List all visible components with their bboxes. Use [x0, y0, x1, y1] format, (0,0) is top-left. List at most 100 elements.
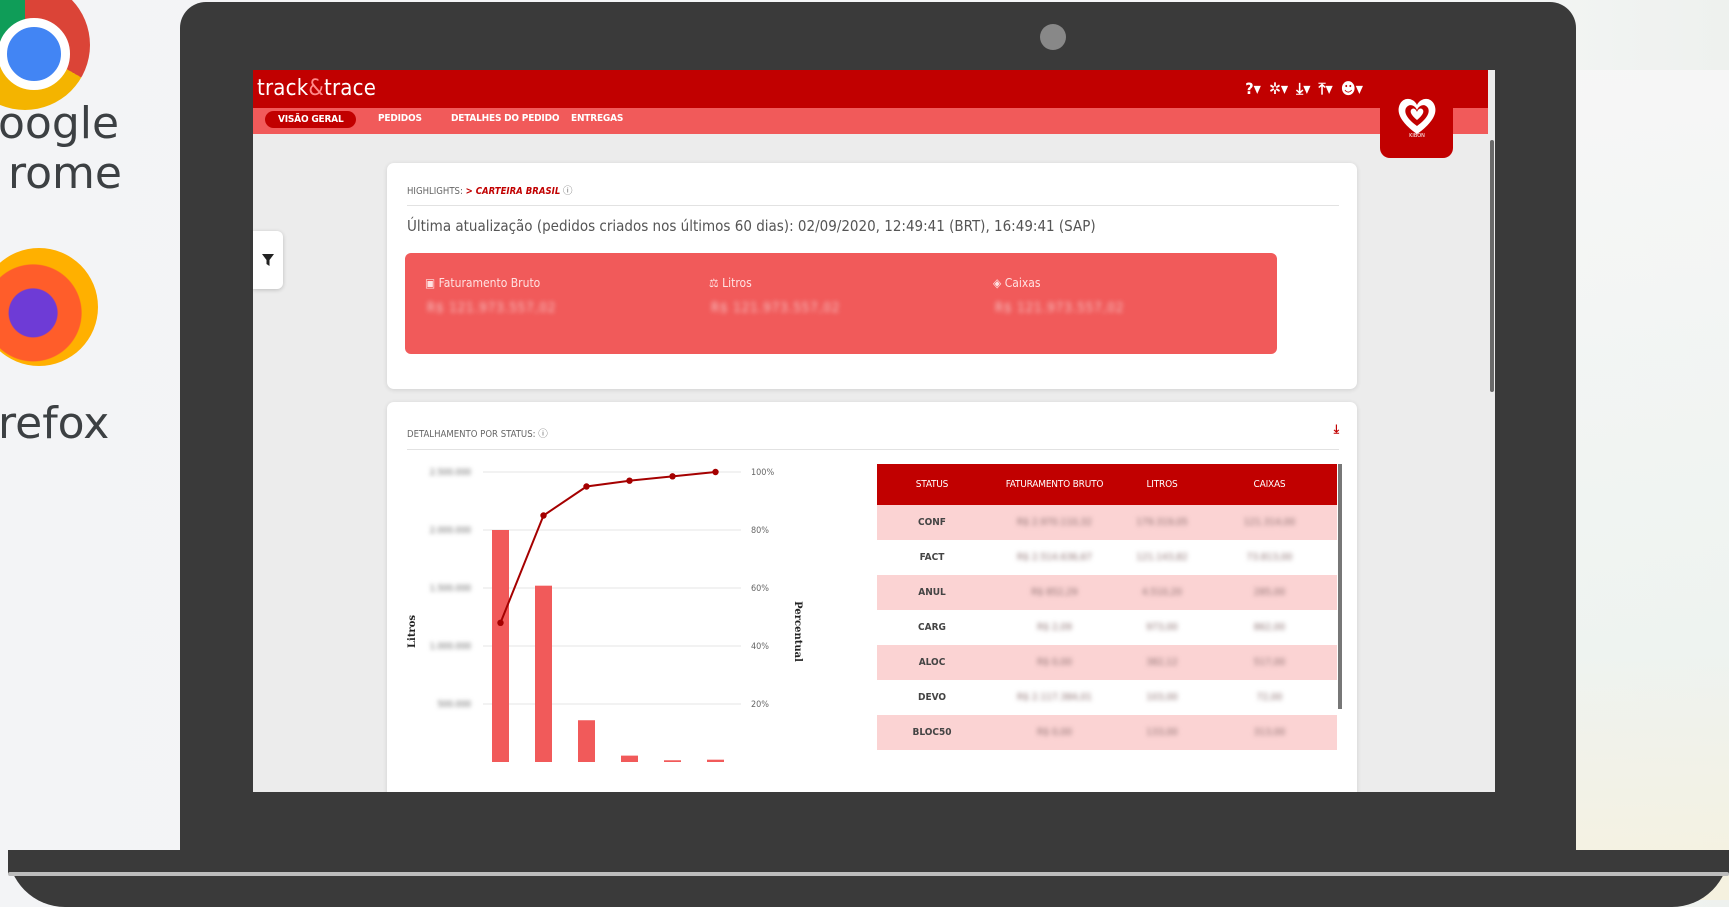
- col-header-litros[interactable]: LITROS: [1122, 464, 1202, 505]
- table-row[interactable]: DEVO R$ 2.117.384,01 103,00 72,00: [877, 680, 1337, 715]
- highlights-card: HIGHLIGHTS: > CARTEIRA BRASIL ⓘ Última a…: [387, 163, 1357, 389]
- kpi-litros: ⚖ Litros R$ 121.973.557,02: [689, 253, 993, 354]
- cell-value-text: 121.314,00: [1243, 517, 1296, 528]
- laptop-base: [8, 850, 1729, 907]
- cumulative-point: [669, 473, 676, 480]
- cell-value-text: 73.813,00: [1246, 552, 1293, 563]
- cell-value: 973,00: [1122, 610, 1202, 645]
- table-row[interactable]: CARG R$ 2,09 973,00 862,00: [877, 610, 1337, 645]
- cell-value: 517,00: [1202, 645, 1337, 680]
- cell-status-text: CARG: [918, 622, 946, 633]
- money-icon: ▣: [425, 276, 436, 290]
- status-title-text: DETALHAMENTO POR STATUS:: [407, 429, 536, 440]
- cell-value: R$ 2,09: [987, 610, 1122, 645]
- table-row[interactable]: ALOC R$ 0,00 382,12 517,00: [877, 645, 1337, 680]
- pareto-chart: 100% 2.500.000 80% 2.000.000 60% 1.500.000 40%…: [407, 468, 803, 762]
- info-icon[interactable]: ⓘ: [538, 429, 548, 440]
- cell-value-text: 103,00: [1146, 692, 1178, 703]
- chart-bar: [578, 720, 595, 762]
- cell-status-text: ANUL: [918, 587, 946, 598]
- y2-tick-label: 20%: [751, 700, 769, 710]
- y-tick-label: 1.000.000: [430, 642, 471, 652]
- cell-status-text: CONF: [918, 517, 946, 528]
- highlights-title: HIGHLIGHTS: > CARTEIRA BRASIL ⓘ: [407, 183, 573, 197]
- filter-button[interactable]: [253, 231, 283, 289]
- cumulative-point: [540, 512, 547, 519]
- tab-entregas[interactable]: ENTREGAS: [571, 113, 623, 124]
- cell-status-text: ALOC: [918, 657, 946, 668]
- brand-logo[interactable]: track&trace: [257, 76, 376, 101]
- table-row[interactable]: ANUL R$ 852,29 4.510,20 285,00: [877, 575, 1337, 610]
- status-table: STATUS FATURAMENTO BRUTO LITROS CAIXAS C…: [877, 464, 1337, 750]
- page-scrollbar[interactable]: [1488, 70, 1495, 792]
- chart-bar: [664, 760, 681, 762]
- cell-value: 103,00: [1122, 680, 1202, 715]
- export-download-icon[interactable]: ⤓: [1334, 422, 1339, 437]
- col-header-faturamento[interactable]: FATURAMENTO BRUTO: [987, 464, 1122, 505]
- cell-value: 121.143,82: [1122, 540, 1202, 575]
- tab-pedidos[interactable]: PEDIDOS: [378, 113, 422, 124]
- cell-status: ALOC: [877, 645, 987, 680]
- info-icon[interactable]: ⓘ: [563, 186, 573, 197]
- table-header-row: STATUS FATURAMENTO BRUTO LITROS CAIXAS: [877, 464, 1337, 505]
- cell-value-text: 133,00: [1146, 727, 1178, 738]
- table-scrollbar[interactable]: [1338, 464, 1342, 709]
- y2-tick-label: 100%: [751, 468, 774, 478]
- cell-status: CONF: [877, 505, 987, 540]
- page-scrollbar-thumb[interactable]: [1490, 140, 1494, 392]
- cell-status: DEVO: [877, 680, 987, 715]
- chart-bar: [535, 585, 552, 762]
- cell-value: 179.319,05: [1122, 505, 1202, 540]
- kpi-label-text: Caixas: [1004, 276, 1041, 290]
- cell-value-text: 973,00: [1146, 622, 1178, 633]
- highlights-title-accent[interactable]: > CARTEIRA BRASIL: [466, 186, 561, 197]
- app-screen: track&trace ?▾ ✲▾ ⤓▾ ⤒▾ ☻▾ VISÃO GERAL P…: [253, 70, 1495, 792]
- cell-status-text: DEVO: [917, 692, 947, 703]
- kpi-label: ▣ Faturamento Bruto: [425, 276, 540, 290]
- user-icon[interactable]: ☻▾: [1341, 79, 1363, 99]
- cell-value-text: R$ 2,09: [1037, 622, 1072, 633]
- brand-suffix: trace: [324, 76, 377, 101]
- cell-value: 121.314,00: [1202, 505, 1337, 540]
- kpi-faturamento-bruto: ▣ Faturamento Bruto R$ 121.973.557,02: [405, 253, 709, 354]
- help-icon[interactable]: ?▾: [1245, 79, 1261, 99]
- last-update-text: Última atualização (pedidos criados nos …: [407, 217, 1096, 235]
- table-row[interactable]: CONF R$ 2.970.110,32 179.319,05 121.314,00: [877, 505, 1337, 540]
- cell-value-text: 285,00: [1253, 587, 1286, 598]
- table-row[interactable]: BLOC50 R$ 0,00 133,00 313,00: [877, 715, 1337, 750]
- y2-tick-label: 60%: [751, 584, 769, 594]
- tab-visao-geral[interactable]: VISÃO GERAL: [265, 111, 357, 128]
- download-icon[interactable]: ⤓▾: [1296, 79, 1310, 99]
- cell-value: 313,00: [1202, 715, 1337, 750]
- cell-value: 133,00: [1122, 715, 1202, 750]
- chart-bar: [621, 755, 638, 762]
- cell-value-text: R$ 2.970.110,32: [1017, 517, 1092, 528]
- cell-value-text: 4.510,20: [1141, 587, 1183, 598]
- cell-value: 285,00: [1202, 575, 1337, 610]
- y2-tick-label: 40%: [751, 642, 769, 652]
- kpi-caixas: ◈ Caixas R$ 121.973.557,02: [973, 253, 1277, 354]
- kibon-logo[interactable]: KIBON: [1380, 72, 1453, 158]
- col-header-status[interactable]: STATUS: [877, 464, 987, 505]
- y2-axis-title: Percentual: [792, 601, 803, 662]
- tab-detalhes-do-pedido[interactable]: DETALHES DO PEDIDO: [451, 113, 559, 124]
- brand-prefix: track: [257, 76, 309, 101]
- cell-value: 382,12: [1122, 645, 1202, 680]
- background-window: [1575, 70, 1729, 900]
- status-title: DETALHAMENTO POR STATUS: ⓘ: [407, 426, 548, 440]
- cell-value: 72,00: [1202, 680, 1337, 715]
- camera-icon: [1040, 24, 1066, 50]
- cumulative-point: [583, 483, 590, 490]
- cumulative-point: [626, 477, 633, 484]
- cell-status-text: FACT: [919, 552, 945, 563]
- kpi-label: ⚖ Litros: [709, 276, 752, 290]
- cell-value: 73.813,00: [1202, 540, 1337, 575]
- svg-text:KIBON: KIBON: [1409, 133, 1425, 139]
- table-row[interactable]: FACT R$ 2.514.636,67 121.143,82 73.813,00: [877, 540, 1337, 575]
- kpi-label: ◈ Caixas: [993, 276, 1041, 290]
- col-header-caixas[interactable]: CAIXAS: [1202, 464, 1337, 505]
- divider: [407, 449, 1339, 450]
- kpi-label-text: Faturamento Bruto: [438, 276, 541, 290]
- gear-icon[interactable]: ✲▾: [1269, 79, 1288, 99]
- upload-icon[interactable]: ⤒▾: [1318, 79, 1332, 99]
